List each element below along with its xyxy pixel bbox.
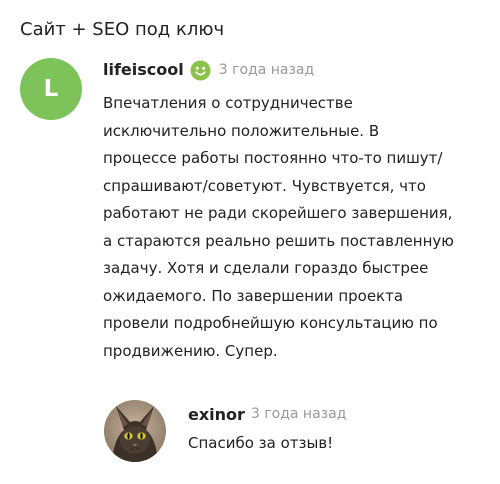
reply-header: exinor 3 года назад — [188, 402, 346, 426]
page-title: Сайт + SEO под ключ — [20, 19, 225, 40]
avatar[interactable]: L — [20, 58, 82, 120]
reply-text: Спасибо за отзыв! — [188, 434, 334, 452]
avatar-letter: L — [43, 76, 59, 102]
review-time: 3 года назад — [218, 62, 315, 78]
reply-author-name[interactable]: exinor — [188, 405, 245, 424]
reply-time: 3 года назад — [250, 406, 347, 422]
smile-icon — [190, 60, 211, 81]
review-header: lifeiscool 3 года назад — [103, 58, 314, 82]
author-name[interactable]: lifeiscool — [103, 58, 184, 82]
reply-avatar[interactable] — [104, 400, 166, 462]
review-text: Впечатления о сотрудничестве исключитель… — [103, 94, 454, 360]
